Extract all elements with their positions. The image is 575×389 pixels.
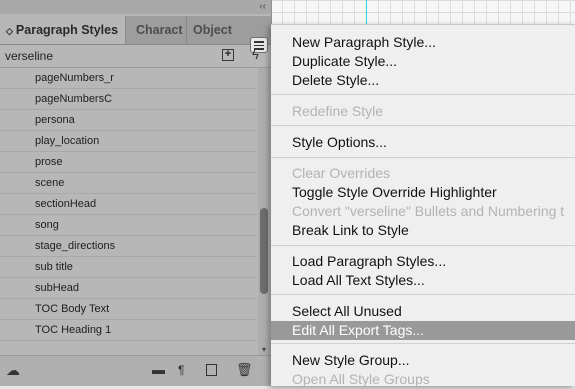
list-item[interactable]: scene (0, 173, 257, 194)
menu-item-clear-overrides[interactable]: Clear Overrides (271, 164, 575, 183)
menu-item-style-options[interactable]: Style Options... (271, 133, 575, 152)
menu-separator (271, 157, 575, 158)
current-style-name: verseline (5, 49, 54, 63)
list-item[interactable]: persona (0, 110, 257, 131)
menu-item-new-paragraph-style[interactable]: New Paragraph Style... (271, 33, 575, 52)
menu-item-duplicate-style[interactable]: Duplicate Style... (271, 52, 575, 71)
tab-label: Object S (193, 23, 234, 37)
list-item-partial[interactable] (0, 341, 257, 355)
list-item[interactable]: play_location (0, 131, 257, 152)
tab-object-styles[interactable]: Object S (186, 16, 234, 44)
menu-item-break-link[interactable]: Break Link to Style (271, 221, 575, 240)
list-item[interactable]: TOC Heading 1 (0, 320, 257, 341)
list-item[interactable]: TOC Body Text (0, 299, 257, 320)
new-group-folder-icon[interactable]: ▬ (152, 362, 165, 378)
hamburger-icon (254, 41, 264, 43)
scroll-down-icon[interactable]: ▾ (258, 345, 270, 355)
menu-item-load-all-text-styles[interactable]: Load All Text Styles... (271, 271, 575, 290)
list-item[interactable]: sectionHead (0, 194, 257, 215)
menu-item-delete-style[interactable]: Delete Style... (271, 71, 575, 90)
style-list: pageNumbers_r pageNumbersC persona play_… (0, 68, 257, 355)
list-item[interactable]: subHead (0, 278, 257, 299)
panel-bottom-bar: ☁ ▬ ¶ 🗑 (0, 355, 271, 386)
tab-label: Charact (136, 23, 183, 37)
trash-icon[interactable]: 🗑 (236, 362, 253, 378)
tab-paragraph-styles[interactable]: ◇ Paragraph Styles (0, 16, 126, 44)
list-item[interactable]: sub title (0, 257, 257, 278)
menu-item-new-style-group[interactable]: New Style Group... (271, 351, 575, 370)
tab-character-styles[interactable]: Charact (130, 16, 184, 44)
list-item[interactable]: pageNumbersC (0, 89, 257, 110)
new-style-icon[interactable] (206, 364, 217, 376)
tab-arrows-icon: ◇ (6, 26, 13, 36)
panel-flyout-menu: New Paragraph Style... Duplicate Style..… (271, 24, 575, 389)
library-cloud-icon[interactable]: ☁ (6, 362, 20, 378)
panel-tabs: ◇Paragraph Styles Charact Object S (0, 16, 271, 53)
menu-separator (271, 94, 575, 95)
collapse-panel-icon[interactable]: ‹‹ (259, 0, 266, 14)
menu-separator (271, 125, 575, 126)
style-list-scrollbar[interactable]: ▾ (258, 68, 270, 355)
list-item[interactable]: song (0, 215, 257, 236)
menu-item-edit-all-export-tags[interactable]: Edit All Export Tags... (271, 321, 575, 340)
clear-overrides-icon[interactable]: ¶ (178, 362, 184, 378)
menu-separator (271, 343, 575, 344)
quick-apply-icon[interactable]: ϟ (252, 47, 259, 62)
paragraph-styles-panel: ‹‹ ◇Paragraph Styles Charact Object S ve… (0, 0, 272, 386)
menu-item-redefine-style[interactable]: Redefine Style (271, 102, 575, 121)
panel-title-bar[interactable]: ‹‹ (0, 0, 271, 14)
menu-item-convert-bullets[interactable]: Convert "verseline" Bullets and Numberin… (271, 202, 575, 221)
menu-item-toggle-override-highlighter[interactable]: Toggle Style Override Highlighter (271, 183, 575, 202)
list-item[interactable]: prose (0, 152, 257, 173)
menu-item-load-paragraph-styles[interactable]: Load Paragraph Styles... (271, 252, 575, 271)
menu-separator (271, 245, 575, 246)
list-item[interactable]: stage_directions (0, 236, 257, 257)
create-style-from-selection-icon[interactable]: + (222, 49, 234, 61)
menu-item-select-all-unused[interactable]: Select All Unused (271, 302, 575, 321)
menu-item-open-all-style-groups[interactable]: Open All Style Groups (271, 370, 575, 389)
tab-label: Paragraph Styles (15, 23, 119, 37)
scrollbar-thumb[interactable] (260, 208, 268, 294)
list-item[interactable]: pageNumbers_r (0, 68, 257, 89)
current-style-bar: verseline + ϟ (0, 45, 271, 68)
menu-separator (271, 294, 575, 295)
